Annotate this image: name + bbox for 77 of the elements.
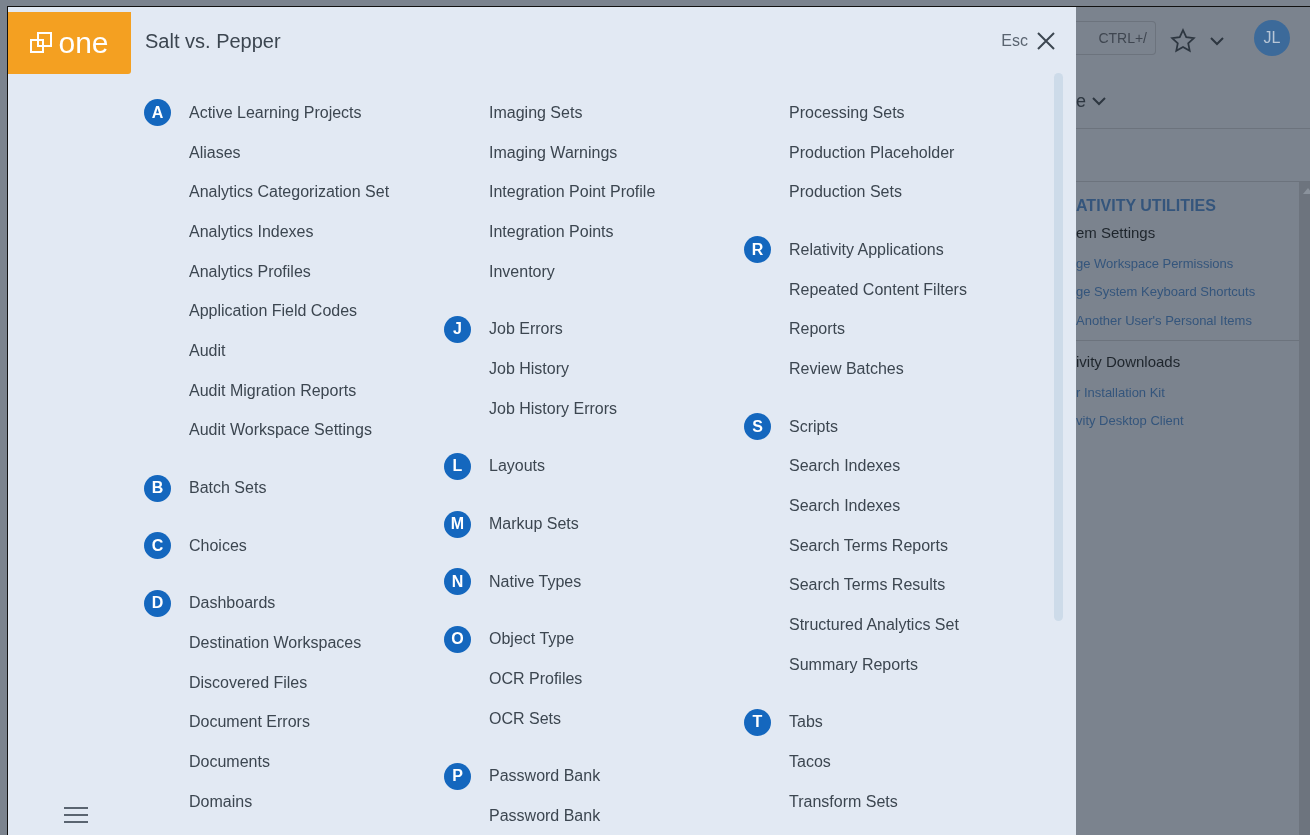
index-link[interactable]: Batch Sets xyxy=(189,476,267,501)
up-arrow-icon xyxy=(1303,188,1310,194)
index-link[interactable]: Transform Sets xyxy=(789,789,898,814)
index-link[interactable]: Repeated Content Filters xyxy=(789,277,967,302)
index-link[interactable]: Structured Analytics Set xyxy=(789,613,959,638)
index-link[interactable]: Analytics Profiles xyxy=(189,259,311,284)
menu-icon xyxy=(64,807,88,823)
index-link[interactable]: Production Sets xyxy=(789,180,902,205)
index-link[interactable]: Reports xyxy=(789,317,846,342)
letter-marker: T xyxy=(744,708,771,736)
close-icon xyxy=(1036,31,1056,51)
index-link[interactable]: OCR Profiles xyxy=(489,667,583,692)
index-link[interactable]: Dashboards xyxy=(189,591,276,616)
index-link[interactable]: Search Terms Reports xyxy=(789,533,948,558)
index-link[interactable]: Search Indexes xyxy=(789,494,901,519)
index-link[interactable]: Tacos xyxy=(789,750,831,775)
letter-marker: R xyxy=(744,236,771,264)
index-link[interactable]: Audit Migration Reports xyxy=(189,378,357,403)
index-link[interactable]: Active Learning Projects xyxy=(189,100,362,125)
squares-icon xyxy=(30,30,55,55)
workspace-title: Salt vs. Pepper xyxy=(145,29,281,54)
index-link[interactable]: Processing Sets xyxy=(789,100,905,125)
index-link[interactable]: OCR Sets xyxy=(489,706,561,731)
index-link[interactable]: Analytics Indexes xyxy=(189,219,314,244)
letter-marker: B xyxy=(144,474,171,502)
logo-text: one xyxy=(58,25,109,61)
section-title: em Settings xyxy=(1076,223,1157,243)
index-link[interactable]: Integration Points xyxy=(489,219,614,244)
index-link[interactable]: Summary Reports xyxy=(789,652,918,677)
index-link[interactable]: Integration Point Profile xyxy=(489,180,656,205)
index-link[interactable]: Document Errors xyxy=(189,710,310,735)
index-link[interactable]: Search Indexes xyxy=(789,454,901,479)
index-link[interactable]: Job History xyxy=(489,356,570,381)
index-link[interactable]: Domains xyxy=(189,789,253,814)
letter-marker: A xyxy=(144,99,171,127)
letter-marker: P xyxy=(444,762,471,790)
index-link[interactable]: Discovered Files xyxy=(189,670,308,695)
index-link[interactable]: Search Terms Results xyxy=(789,573,946,598)
esc-hint: Esc xyxy=(1001,31,1028,51)
index-link[interactable]: Audit Workspace Settings xyxy=(189,418,372,443)
letter-marker: C xyxy=(144,532,171,560)
index-link[interactable]: Scripts xyxy=(789,414,838,439)
star-icon[interactable] xyxy=(1170,28,1196,54)
index-link[interactable]: Production Placeholder xyxy=(789,140,955,165)
index-link[interactable]: Application Field Codes xyxy=(189,299,358,324)
index-link[interactable]: Job Errors xyxy=(489,317,563,342)
index-link[interactable]: Tabs xyxy=(789,710,823,735)
index-link[interactable]: Layouts xyxy=(489,454,546,479)
shortcut-hint: CTRL+/ xyxy=(1098,28,1147,48)
index-link[interactable]: Native Types xyxy=(489,569,582,594)
letter-marker: D xyxy=(144,589,171,617)
letter-marker: L xyxy=(444,452,471,480)
index-link[interactable]: Password Bank xyxy=(489,804,601,829)
index-link[interactable]: Markup Sets xyxy=(489,512,579,537)
chevron-icon[interactable] xyxy=(1092,97,1106,106)
index-link[interactable]: Job History Errors xyxy=(489,396,618,421)
index-link[interactable]: Relativity Applications xyxy=(789,237,944,262)
index-link[interactable]: Destination Workspaces xyxy=(189,631,362,656)
letter-marker: J xyxy=(444,315,471,343)
index-link[interactable]: Imaging Sets xyxy=(489,100,583,125)
index-link[interactable]: Audit xyxy=(189,338,226,363)
letter-marker: S xyxy=(744,413,771,441)
index-link[interactable]: Analytics Categorization Set xyxy=(189,180,390,205)
letter-marker: M xyxy=(444,510,471,538)
index-link[interactable]: Choices xyxy=(189,533,247,558)
index-link[interactable]: Review Batches xyxy=(789,356,904,381)
index-link[interactable]: Aliases xyxy=(189,140,241,165)
index-link[interactable]: Password Bank xyxy=(489,764,601,789)
index-link[interactable]: Object Type xyxy=(489,627,575,652)
letter-marker: O xyxy=(444,625,471,653)
letter-marker: N xyxy=(444,568,471,596)
chevron-icon[interactable] xyxy=(1210,36,1224,46)
section-heading: ATIVITY UTILITIES xyxy=(1076,196,1217,216)
section-title: ivity Downloads xyxy=(1076,352,1182,372)
index-link[interactable]: Imaging Warnings xyxy=(489,140,618,165)
index-link[interactable]: Documents xyxy=(189,750,270,775)
index-link[interactable]: Inventory xyxy=(489,259,555,284)
